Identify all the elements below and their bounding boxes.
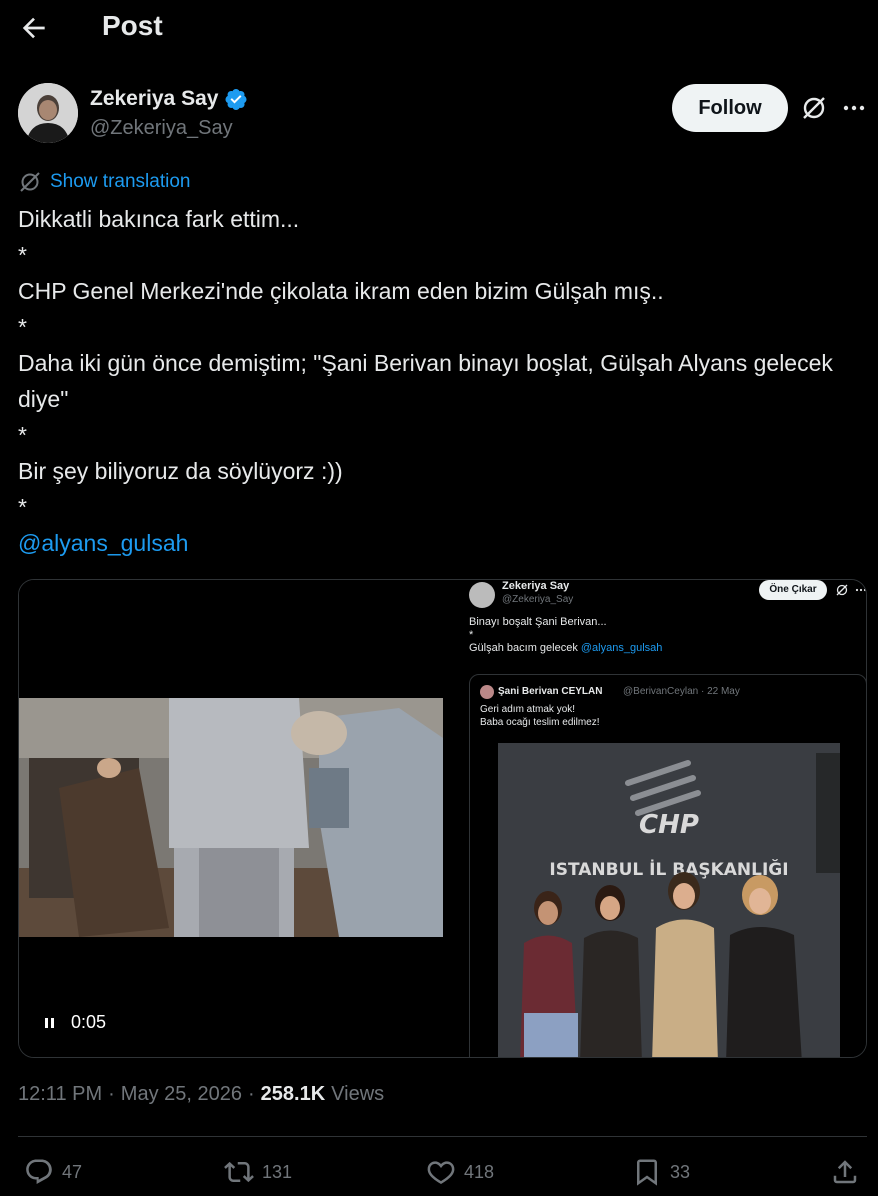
embedded-screenshot[interactable]: Zekeriya Say @Zekeriya_Say Öne Çıkar Bin… (456, 580, 866, 1057)
post-meta: 12:11 PM · May 25, 2026 · 258.1K Views (18, 1083, 384, 1106)
reply-count: 47 (62, 1161, 83, 1182)
bookmark-icon (637, 1159, 657, 1186)
screenshot-name: Zekeriya Say (502, 580, 570, 592)
pause-icon[interactable] (43, 1016, 57, 1030)
screenshot-handle: @Zekeriya_Say (502, 594, 574, 605)
divider (18, 1136, 867, 1137)
show-translation-label[interactable]: Show translation (50, 171, 190, 193)
video-time: 0:05 (71, 1012, 107, 1032)
post-time[interactable]: 12:11 PM (18, 1083, 102, 1106)
header: Post (0, 0, 878, 56)
video-player[interactable]: 0:05 (19, 580, 455, 1057)
tweet-line: * (18, 242, 27, 268)
sign-istanbul: ISTANBUL İL BAŞKANLIĞI (549, 858, 788, 880)
repost-count: 131 (262, 1161, 293, 1182)
verified-badge-icon (225, 89, 247, 110)
screenshot-line: * (469, 629, 474, 641)
avatar (480, 685, 494, 699)
quoted-tweet: Şani Berivan CEYLAN @BerivanCeylan · 22 … (469, 674, 866, 1057)
name-row: Zekeriya Say (90, 87, 248, 111)
screenshot-follow-button: Öne Çıkar (759, 580, 827, 600)
share-icon (833, 1160, 857, 1184)
post-date[interactable]: May 25, 2026 (121, 1083, 242, 1106)
mention-link[interactable]: @alyans_gulsah (18, 530, 188, 556)
avatar (469, 582, 495, 608)
like-count: 418 (464, 1161, 495, 1182)
more-icon (855, 588, 866, 592)
tweet-line: Bir şey biliyoruz da söylüyorz :)) (18, 458, 343, 484)
reply-icon (26, 1159, 52, 1184)
meta-separator: · (248, 1083, 255, 1105)
more-icon[interactable] (840, 94, 868, 122)
quote-text: Geri adım atmak yok! Baba ocağı teslim e… (480, 703, 600, 729)
display-name[interactable]: Zekeriya Say (90, 87, 218, 111)
tweet-line: Dikkatli bakınca fark ettim... (18, 206, 300, 232)
handle[interactable]: @Zekeriya_Say (90, 117, 233, 140)
heart-icon (427, 1161, 455, 1184)
bookmark-count: 33 (670, 1161, 691, 1182)
follow-button[interactable]: Follow (672, 84, 788, 132)
video-controls: 0:05 (43, 1012, 106, 1033)
video-frame[interactable] (19, 698, 443, 937)
show-translation[interactable]: Show translation (18, 170, 190, 194)
quote-meta: @BerivanCeylan · 22 May (623, 686, 740, 697)
tweet-text: Dikkatli bakınca fark ettim... * CHP Gen… (18, 201, 860, 561)
media-grid: 0:05 Zekeriya Say @Zekeriya_Say Öne Çıka… (18, 579, 867, 1058)
avatar[interactable] (18, 83, 78, 143)
quote-photo: CHP ISTANBUL İL BAŞKANLIĞI (498, 743, 840, 1057)
sign-chp: CHP (639, 810, 699, 840)
meta-separator: · (108, 1083, 115, 1105)
tweet-line: * (18, 494, 27, 520)
reply-button[interactable]: 47 (24, 1152, 82, 1192)
like-button[interactable]: 418 (426, 1152, 494, 1192)
grok-icon (836, 584, 848, 596)
views-count: 258.1K (260, 1083, 326, 1105)
share-button[interactable] (830, 1152, 860, 1192)
quote-line: Geri adım atmak yok! (480, 704, 576, 715)
repost-icon (224, 1161, 254, 1183)
action-bar: 47 131 418 33 (18, 1152, 867, 1192)
bookmark-button[interactable]: 33 (632, 1152, 690, 1192)
quote-line: Baba ocağı teslim edilmez! (480, 717, 600, 728)
screenshot-text: Binayı boşalt Şani Berivan... * Gülşah b… (469, 616, 662, 655)
repost-button[interactable]: 131 (224, 1152, 292, 1192)
tweet-line: CHP Genel Merkezi'nde çikolata ikram ede… (18, 278, 664, 304)
quote-name: Şani Berivan CEYLAN (498, 686, 603, 697)
screenshot-line: Gülşah bacım gelecek (469, 642, 581, 654)
screenshot-line: Binayı boşalt Şani Berivan... (469, 616, 607, 628)
screenshot-mention: @alyans_gulsah (580, 642, 663, 654)
views-label: Views (331, 1083, 385, 1105)
grok-icon (20, 172, 40, 192)
author-row: Zekeriya Say @Zekeriya_Say Follow (18, 83, 865, 147)
tweet-line: Daha iki gün önce demiştim; "Şani Beriva… (18, 350, 833, 412)
grok-icon[interactable] (800, 94, 828, 122)
tweet-line: * (18, 314, 27, 340)
page-title: Post (102, 10, 163, 41)
tweet-line: * (18, 422, 27, 448)
arrow-left-icon[interactable] (18, 12, 50, 44)
